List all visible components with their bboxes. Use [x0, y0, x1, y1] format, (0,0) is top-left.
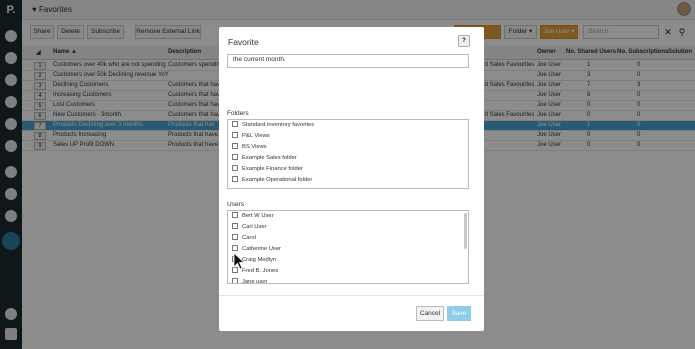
user-option[interactable]: Carol [232, 234, 256, 244]
checkbox[interactable] [232, 278, 238, 283]
folder-option-label: Standard inventory favorites [242, 122, 315, 128]
checkbox[interactable] [232, 212, 238, 218]
user-option-label: Fred B. Jones [242, 268, 279, 274]
checkbox[interactable] [232, 132, 238, 138]
mouse-cursor-icon [233, 252, 245, 270]
dialog-title: Favorite [228, 37, 259, 47]
user-option-label: Carol [242, 235, 256, 241]
user-option-label: Craig Medlyn [242, 257, 277, 263]
checkbox[interactable] [232, 165, 238, 171]
checkbox[interactable] [232, 176, 238, 182]
cancel-button[interactable]: Cancel [416, 306, 444, 321]
user-option[interactable]: Bert W User [232, 212, 274, 222]
folder-option-label: Example Sales folder [242, 155, 297, 161]
user-option-label: Bert W User [242, 213, 274, 219]
user-option-label: Carl User [242, 224, 267, 230]
user-option-label: Jane user [242, 279, 268, 284]
user-option[interactable]: Jane user [232, 278, 268, 284]
user-option[interactable]: Carl User [232, 223, 266, 233]
users-scrollbar[interactable] [464, 213, 467, 249]
user-option-label: Catherine User [242, 246, 281, 252]
folders-label: Folders [227, 110, 249, 117]
folder-option[interactable]: Example Sales folder [232, 154, 297, 164]
folder-option[interactable]: Standard inventory favorites [232, 121, 314, 131]
checkbox[interactable] [232, 245, 238, 251]
folder-option-label: Example Operational folder [242, 177, 313, 183]
checkbox[interactable] [232, 234, 238, 240]
folder-option-label: Example Finance folder [242, 166, 303, 172]
checkbox[interactable] [232, 121, 238, 127]
help-button[interactable]: ? [458, 35, 470, 47]
folder-option-label: BS Views [242, 144, 267, 150]
folder-option[interactable]: Example Finance folder [232, 165, 303, 175]
save-button[interactable]: Save [447, 306, 471, 321]
folder-option[interactable]: P&L Views [232, 132, 270, 142]
folder-option[interactable]: BS Views [232, 143, 267, 153]
checkbox[interactable] [232, 223, 238, 229]
description-textarea[interactable]: the current month. [227, 54, 469, 68]
users-label: Users [227, 201, 244, 208]
checkbox[interactable] [232, 143, 238, 149]
folder-option[interactable]: Example Operational folder [232, 176, 312, 186]
checkbox[interactable] [232, 154, 238, 160]
folder-option-label: P&L Views [242, 133, 270, 139]
folders-list[interactable]: Standard inventory favorites P&L Views BS … [227, 119, 469, 189]
favorite-dialog: Favorite ? the current month. Folders St… [219, 27, 484, 331]
users-list[interactable]: Bert W User Carl User Carol Catherine User C… [227, 210, 469, 284]
footer-divider [219, 295, 484, 296]
